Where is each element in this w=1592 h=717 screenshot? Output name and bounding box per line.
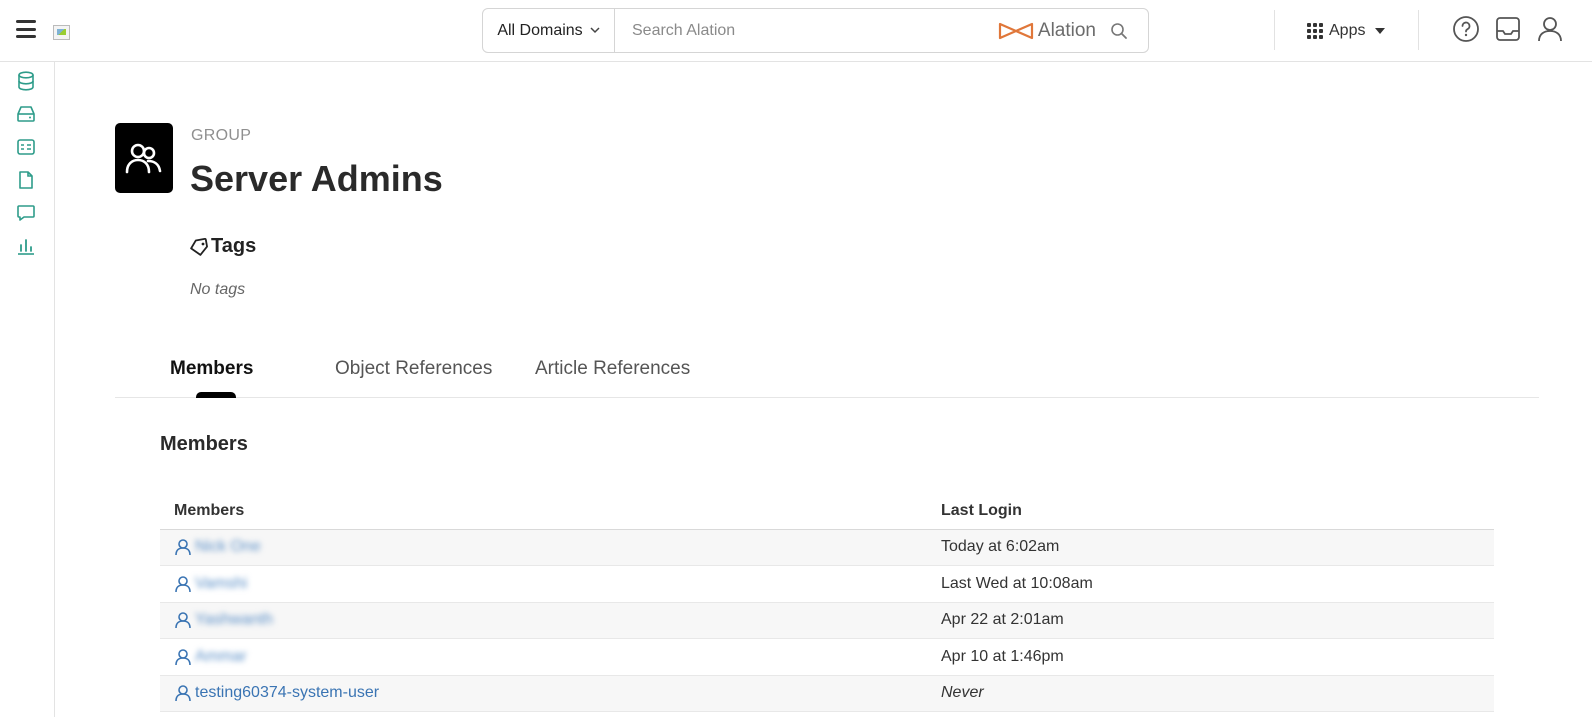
alation-logo-icon [998, 22, 1033, 39]
group-icon [125, 143, 162, 174]
bar-chart-icon[interactable] [15, 235, 37, 257]
top-bar: All Domains Alation Apps [0, 0, 1592, 62]
member-link[interactable]: Yashwanth [195, 611, 273, 629]
member-link[interactable]: Ammar [195, 648, 247, 666]
table-row: Vamshi Last Wed at 10:08am [160, 565, 1494, 603]
user-icon [175, 685, 191, 702]
column-header-members[interactable]: Members [160, 493, 927, 530]
catalog-card-icon[interactable] [15, 136, 37, 158]
last-login-cell: Last Wed at 10:08am [927, 565, 1494, 603]
member-link[interactable]: testing60374-system-user [195, 684, 379, 702]
tab-bar: Members Object References Article Refere… [115, 345, 1539, 398]
search-bar: All Domains Alation [482, 8, 1149, 53]
apps-grid-icon [1307, 23, 1323, 39]
search-icon[interactable] [1110, 22, 1128, 40]
page-title: Server Admins [190, 158, 443, 199]
object-type-label: GROUP [191, 127, 252, 144]
no-tags-text: No tags [190, 281, 246, 298]
user-profile-icon[interactable] [1535, 14, 1565, 44]
chevron-down-icon [590, 25, 600, 37]
domain-select-label: All Domains [497, 21, 583, 39]
tags-heading-label: Tags [211, 235, 257, 257]
domain-select[interactable]: All Domains [483, 9, 615, 52]
table-row: Nick One Today at 6:02am [160, 529, 1494, 566]
member-link[interactable]: Nick One [195, 538, 261, 556]
last-login-cell: Apr 22 at 2:01am [927, 602, 1494, 639]
active-tab-indicator [196, 392, 236, 398]
alation-brand: Alation [998, 20, 1096, 42]
divider [1274, 10, 1275, 50]
last-login-cell: Today at 6:02am [927, 529, 1494, 566]
tags-heading: Tags [189, 235, 256, 258]
caret-down-icon [1375, 28, 1386, 34]
members-section-title: Members [160, 433, 248, 455]
database-icon[interactable] [15, 70, 37, 92]
menu-icon[interactable] [14, 17, 38, 41]
user-icon [175, 575, 191, 592]
member-link[interactable]: Vamshi [195, 575, 247, 593]
tab-members[interactable]: Members [170, 358, 253, 380]
tab-object-references[interactable]: Object References [335, 358, 492, 380]
storage-icon[interactable] [15, 103, 37, 125]
left-nav-rail [0, 62, 55, 717]
table-row: Yashwanth Apr 22 at 2:01am [160, 602, 1494, 639]
user-icon [175, 612, 191, 629]
document-icon[interactable] [15, 169, 37, 191]
logo-image[interactable] [53, 25, 70, 40]
user-icon [175, 648, 191, 665]
last-login-cell: Apr 10 at 1:46pm [927, 638, 1494, 676]
help-icon[interactable] [1451, 14, 1481, 44]
tab-article-references[interactable]: Article References [535, 358, 690, 380]
conversation-icon[interactable] [15, 202, 37, 224]
column-header-last-login[interactable]: Last Login [927, 493, 1494, 530]
alation-brand-text: Alation [1037, 19, 1096, 41]
search-input[interactable] [615, 9, 998, 52]
divider [1418, 10, 1419, 50]
members-table: Members Last Login Nick One Today at 6:0… [160, 493, 1494, 712]
apps-label: Apps [1329, 22, 1366, 39]
tag-icon [190, 237, 208, 256]
inbox-icon[interactable] [1493, 14, 1523, 44]
table-row: testing60374-system-user Never [160, 675, 1494, 712]
table-row: Ammar Apr 10 at 1:46pm [160, 638, 1494, 676]
apps-button[interactable]: Apps [1307, 18, 1386, 44]
table-header-row: Members Last Login [160, 493, 1494, 530]
group-avatar [115, 123, 173, 193]
user-icon [175, 539, 191, 556]
last-login-cell: Never [927, 675, 1494, 712]
